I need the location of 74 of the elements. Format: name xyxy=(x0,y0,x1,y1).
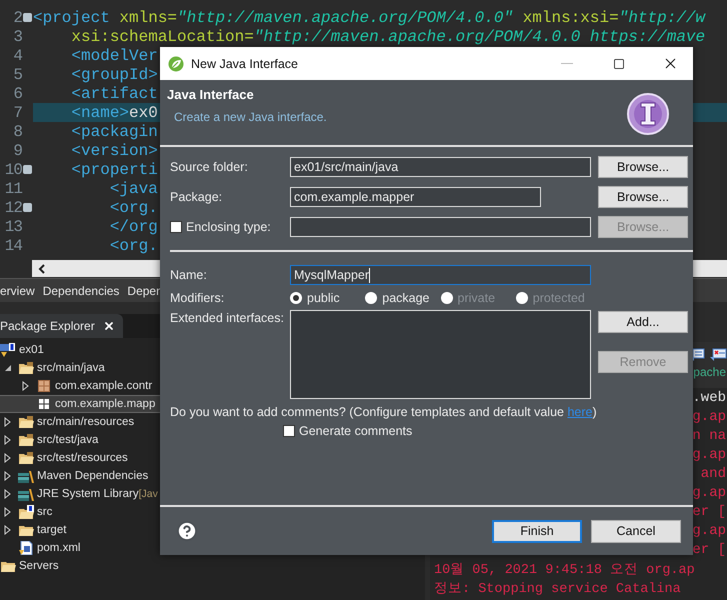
console-line: n na xyxy=(692,428,726,444)
console-line: 정보: Stopping service Catalina xyxy=(434,580,681,596)
tree-item-label: src/test/java xyxy=(37,434,98,446)
console-line: g.ap xyxy=(692,408,726,424)
code-token: <modelVer xyxy=(70,46,158,64)
line-number: 12 xyxy=(4,198,22,216)
console-line: 10월 05, 2021 9:45:18 오전 org.ap xyxy=(434,562,695,578)
line-number: 13 xyxy=(4,218,22,236)
code-token: "http://maven.apache.org/POM/4.0.0 https://mave xyxy=(254,28,706,46)
line-number: 7 xyxy=(12,104,22,122)
code-token: xsi:schemaLocation= xyxy=(70,28,254,46)
line-number: 10 xyxy=(4,160,22,178)
line-number: 5 xyxy=(12,66,22,84)
line-number: 9 xyxy=(12,142,22,160)
field-label: Package: xyxy=(170,190,224,204)
code-token: <packagin xyxy=(70,122,158,140)
tree-item-label: src xyxy=(37,506,52,518)
code-token: xmlns= xyxy=(118,8,178,26)
field-label: Extended interfaces: xyxy=(170,311,283,327)
tree-item-decoration: [Jav xyxy=(138,488,158,500)
tree-item-label: JRE System Library xyxy=(37,488,139,500)
console-line: and xyxy=(700,466,726,482)
code-token: ex0 xyxy=(129,104,158,122)
checkbox-label: Generate comments xyxy=(299,424,412,438)
tree-item-label: ex01 xyxy=(19,344,44,356)
console-line: g.ap xyxy=(692,522,726,538)
code-token: "http://maven.apache.org/POM/4.0.0" xyxy=(177,8,514,26)
tree-item-label: com.example.mapp xyxy=(55,398,156,410)
line-number: 3 xyxy=(12,28,22,46)
line-number: 14 xyxy=(4,236,22,254)
comments-prompt: Do you want to add comments? (Configure templates and default value here) xyxy=(170,405,598,419)
radio-label: private xyxy=(458,291,496,305)
code-token: <groupId> xyxy=(70,66,158,84)
tree-item-label: target xyxy=(37,524,66,536)
line-number: 2 xyxy=(12,8,22,26)
tree-item-label: Servers xyxy=(19,560,59,572)
code-token: <artifact xyxy=(70,84,158,102)
code-token: </org xyxy=(108,218,158,236)
console-line: er [ xyxy=(692,504,726,520)
radio-label: package xyxy=(382,291,430,305)
console-line: .web xyxy=(692,390,726,406)
code-token: <java xyxy=(108,180,158,198)
console-line: g.ap xyxy=(692,446,726,462)
tree-item-label: src/main/resources xyxy=(37,416,134,428)
line-number: 8 xyxy=(12,122,22,140)
console-label: pache xyxy=(693,365,726,379)
code-token: <version> xyxy=(70,142,158,160)
code-token: xmlns:xsi= xyxy=(522,8,619,26)
wizard-heading: Java Interface xyxy=(167,87,255,102)
tree-item-label: Maven Dependencies xyxy=(37,470,148,482)
radio-label: public xyxy=(307,291,340,305)
window-title: New Java Interface xyxy=(191,56,299,70)
field-label: Enclosing type: xyxy=(186,220,271,234)
code-token: <project xyxy=(33,8,110,26)
field-label: Modifiers: xyxy=(170,291,226,305)
tree-item-label: src/main/java xyxy=(37,362,105,374)
code-token: "http://w xyxy=(618,8,706,26)
tree-item-label: src/test/resources xyxy=(37,452,128,464)
wizard-description: Create a new Java interface. xyxy=(174,110,327,124)
view-title: Package Explorer xyxy=(0,319,95,333)
field-label: Name: xyxy=(170,268,208,282)
code-token: <org. xyxy=(108,236,158,254)
tree-item-label: pom.xml xyxy=(37,542,80,554)
console-line: g.ap xyxy=(692,484,726,500)
code-token: <properti xyxy=(70,160,158,178)
tree-item-label: com.example.contr xyxy=(55,380,152,392)
console-line: er [ xyxy=(692,542,726,558)
line-number: 4 xyxy=(12,46,22,64)
line-number: 6 xyxy=(12,84,22,102)
field-label: Source folder: xyxy=(170,160,249,174)
code-token: <name> xyxy=(70,104,130,122)
line-number: 11 xyxy=(4,180,22,198)
code-token: <org. xyxy=(108,198,158,216)
radio-label: protected xyxy=(532,291,585,305)
